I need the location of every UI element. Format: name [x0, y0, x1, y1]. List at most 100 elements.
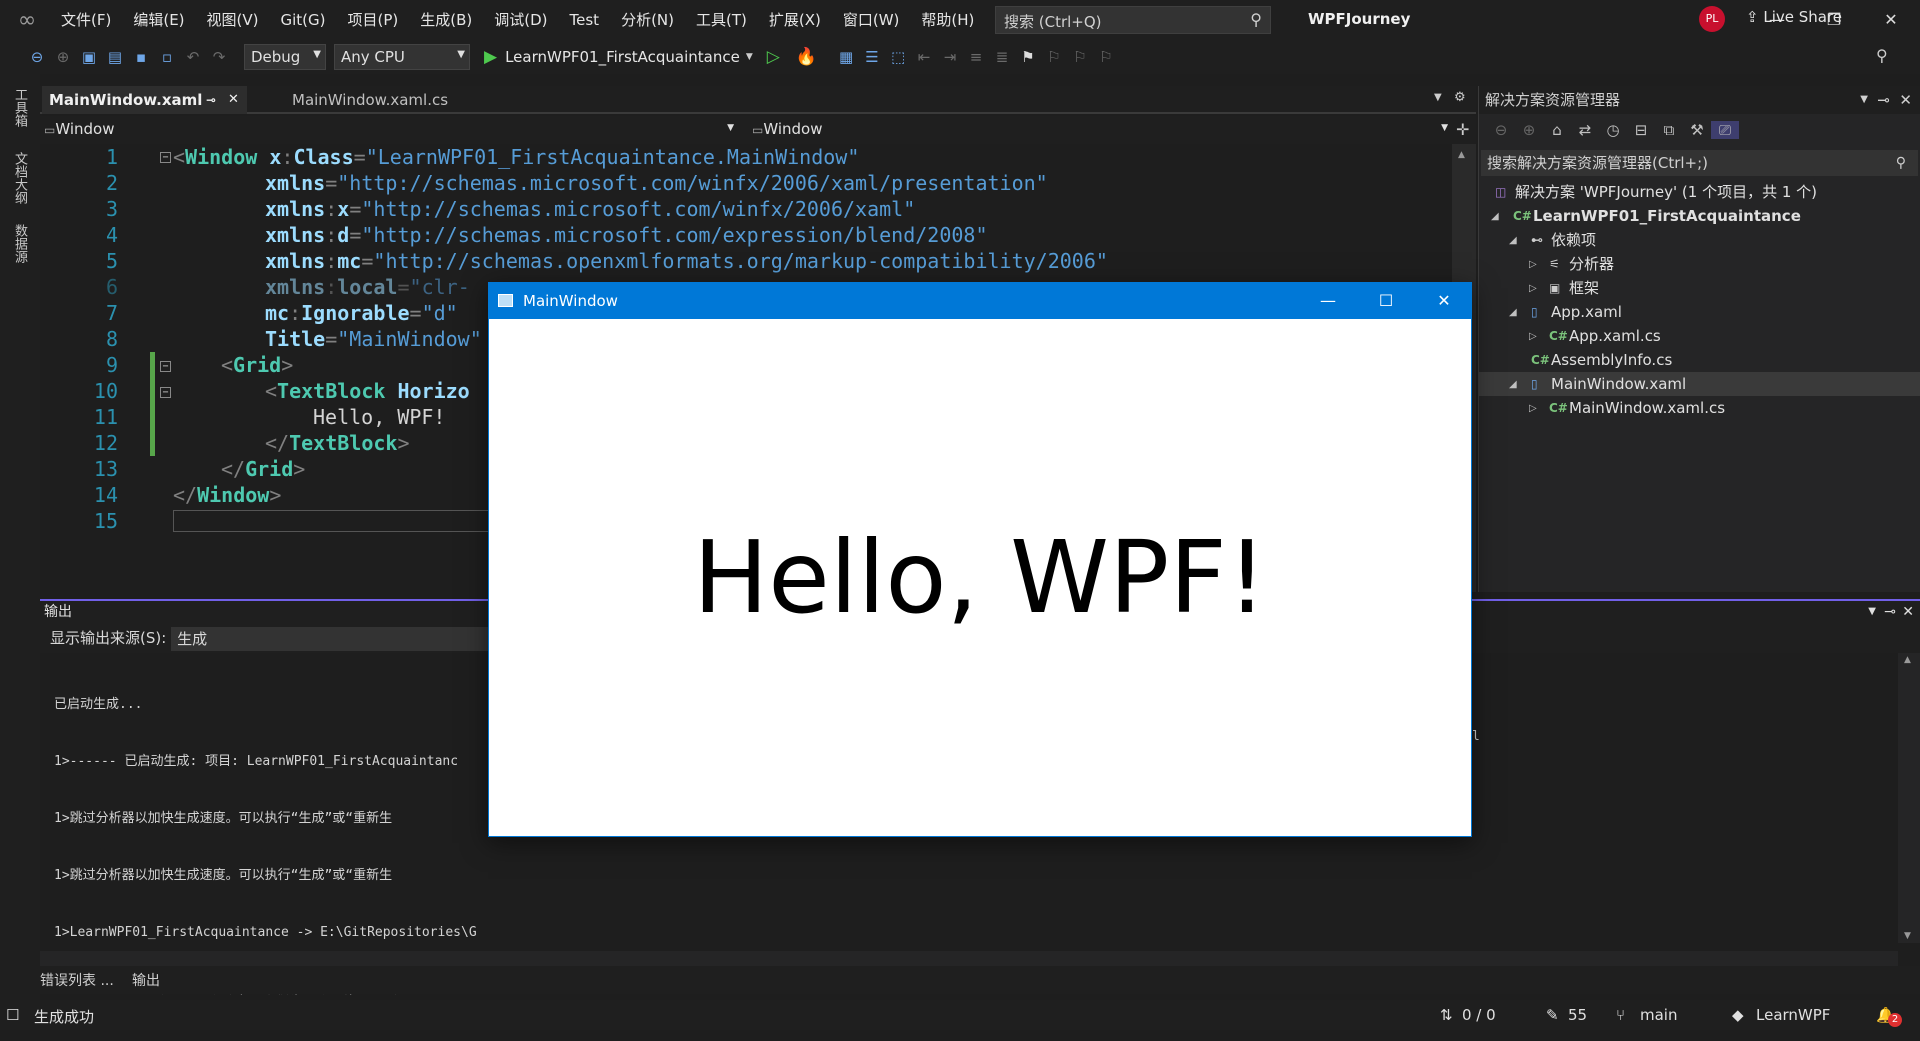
tree-item-assemblyinfo[interactable]: C# AssemblyInfo.cs	[1479, 348, 1920, 372]
repo-icon[interactable]: ◆	[1732, 1006, 1744, 1024]
menu-project[interactable]: 项目(P)	[337, 0, 410, 40]
nav-right-combo[interactable]: ▭Window ▼	[748, 118, 1454, 142]
collapse-all-icon[interactable]: ⊟	[1627, 121, 1655, 139]
open-folder-icon[interactable]: ▤	[102, 45, 128, 69]
tree-item-mainwindow-xaml-cs[interactable]: ▷ C# MainWindow.xaml.cs	[1479, 396, 1920, 420]
prev-bookmark-icon[interactable]: ⚐	[1041, 45, 1067, 69]
avatar[interactable]: PL	[1699, 6, 1725, 32]
tab-mainwindow-xaml-cs[interactable]: MainWindow.xaml.cs	[285, 86, 455, 114]
bookmark-icon[interactable]: ⚑	[1015, 45, 1041, 69]
tree-item-dependencies[interactable]: ◢ ⊷ 依赖项	[1479, 228, 1920, 252]
close-icon[interactable]: ✕	[228, 86, 239, 114]
menu-tools[interactable]: 工具(T)	[685, 0, 758, 40]
preview-icon[interactable]: ⎚	[1711, 121, 1739, 139]
tree-item-mainwindow-xaml[interactable]: ◢ ▯ MainWindow.xaml	[1479, 372, 1920, 396]
browse-icon[interactable]: ▦	[833, 45, 859, 69]
scroll-up-icon[interactable]: ▲	[1458, 150, 1465, 160]
tree-item-solution[interactable]: ◫ 解决方案 'WPFJourney' (1 个项目，共 1 个)	[1479, 180, 1920, 204]
collapsed-arrow-icon[interactable]: ▷	[1529, 325, 1537, 349]
menu-edit[interactable]: 编辑(E)	[122, 0, 195, 40]
close-icon[interactable]: ✕	[1899, 86, 1912, 114]
tree-item-project[interactable]: ◢ C# LearnWPF01_FirstAcquaintance	[1479, 204, 1920, 228]
solution-search-input[interactable]: 搜索解决方案资源管理器(Ctrl+;) ⚲	[1481, 150, 1918, 176]
output-hscrollbar[interactable]	[40, 951, 1898, 967]
forward-icon[interactable]: ⊕	[1515, 121, 1543, 139]
menu-view[interactable]: 视图(V)	[196, 0, 270, 40]
scroll-down-icon[interactable]: ▼	[1904, 931, 1911, 941]
feedback-icon[interactable]: ⚲	[1876, 46, 1888, 65]
chevron-down-icon[interactable]: ▼	[746, 52, 753, 62]
save-icon[interactable]: ▪	[128, 45, 154, 69]
comment-icon[interactable]: ≡	[963, 45, 989, 69]
redo-icon[interactable]: ↷	[206, 45, 232, 69]
wpf-main-window[interactable]: MainWindow — ☐ ✕ Hello, WPF!	[488, 282, 1472, 837]
menu-file[interactable]: 文件(F)	[50, 0, 122, 40]
toolbox-tab[interactable]: 工具箱	[10, 88, 29, 127]
chevron-down-icon[interactable]: ▼	[1860, 86, 1868, 114]
expanded-arrow-icon[interactable]: ◢	[1509, 301, 1517, 325]
menu-window[interactable]: 窗口(W)	[832, 0, 911, 40]
wpf-title-bar[interactable]: MainWindow — ☐ ✕	[489, 283, 1471, 319]
close-icon[interactable]: ✕	[1862, 0, 1920, 40]
indent-icon[interactable]: ⇥	[937, 45, 963, 69]
expanded-arrow-icon[interactable]: ◢	[1509, 229, 1517, 253]
sync-count[interactable]: 0 / 0	[1462, 1006, 1496, 1024]
collapsed-arrow-icon[interactable]: ▷	[1529, 253, 1537, 277]
select-element-icon[interactable]: ⬚	[885, 45, 911, 69]
sync-arrows-icon[interactable]: ⇅	[1440, 1006, 1453, 1024]
tree-item-frameworks[interactable]: ▷ ▣ 框架	[1479, 276, 1920, 300]
maximize-icon[interactable]: ☐	[1357, 283, 1415, 319]
split-icon[interactable]: ✛	[1456, 120, 1469, 139]
start-without-debug-icon[interactable]: ▷	[767, 47, 780, 67]
tab-mainwindow-xaml[interactable]: MainWindow.xaml ⊸ ✕	[42, 86, 247, 114]
tab-output[interactable]: 输出	[132, 970, 160, 990]
nav-left-combo[interactable]: ▭Window ▼	[40, 118, 740, 142]
tree-item-analyzers[interactable]: ▷ ⚟ 分析器	[1479, 252, 1920, 276]
minimize-icon[interactable]: —	[1299, 283, 1357, 319]
platform-select[interactable]: Any CPU ▼	[334, 44, 470, 70]
undo-icon[interactable]: ↶	[180, 45, 206, 69]
pencil-icon[interactable]: ✎	[1546, 1006, 1559, 1024]
scroll-up-icon[interactable]: ▲	[1904, 655, 1911, 665]
tree-item-app-xaml-cs[interactable]: ▷ C# App.xaml.cs	[1479, 324, 1920, 348]
uncomment-icon[interactable]: ≣	[989, 45, 1015, 69]
live-share-button[interactable]: ⇪ Live Share	[1746, 8, 1842, 26]
branch-name[interactable]: main	[1640, 1006, 1677, 1024]
menu-build[interactable]: 生成(B)	[409, 0, 483, 40]
repo-name[interactable]: LearnWPF	[1756, 1006, 1830, 1024]
search-input[interactable]: 搜索 (Ctrl+Q) ⚲	[995, 6, 1271, 34]
gear-icon[interactable]: ⚙	[1454, 90, 1466, 105]
outdent-icon[interactable]: ⇤	[911, 45, 937, 69]
edit-count[interactable]: 55	[1568, 1006, 1587, 1024]
expanded-arrow-icon[interactable]: ◢	[1491, 205, 1499, 229]
pin-icon[interactable]: ⊸	[1877, 86, 1890, 114]
pin-icon[interactable]: ⊸	[1884, 601, 1896, 623]
tree-item-app-xaml[interactable]: ◢ ▯ App.xaml	[1479, 300, 1920, 324]
back-icon[interactable]: ⊖	[1487, 121, 1515, 139]
save-all-icon[interactable]: ▫	[154, 45, 180, 69]
menu-git[interactable]: Git(G)	[270, 0, 337, 40]
start-debug-icon[interactable]: ▶	[484, 47, 497, 67]
back-icon[interactable]: ⊖	[24, 45, 50, 69]
tab-error-list[interactable]: 错误列表 ...	[40, 970, 114, 990]
wrench-icon[interactable]: ⚒	[1683, 121, 1711, 139]
menu-extensions[interactable]: 扩展(X)	[758, 0, 832, 40]
switch-views-icon[interactable]: ⇄	[1571, 121, 1599, 139]
close-icon[interactable]: ✕	[1415, 283, 1473, 319]
clear-bookmark-icon[interactable]: ⚐	[1093, 45, 1119, 69]
history-icon[interactable]: ◷	[1599, 121, 1627, 139]
forward-icon[interactable]: ⊕	[50, 45, 76, 69]
menu-analyze[interactable]: 分析(N)	[610, 0, 685, 40]
next-bookmark-icon[interactable]: ⚐	[1067, 45, 1093, 69]
document-outline-tab[interactable]: 文档大纲	[10, 152, 29, 204]
expanded-arrow-icon[interactable]: ◢	[1509, 373, 1517, 397]
close-icon[interactable]: ✕	[1902, 601, 1914, 623]
configuration-select[interactable]: Debug ▼	[244, 44, 326, 70]
new-project-icon[interactable]: ▣	[76, 45, 102, 69]
menu-debug[interactable]: 调试(D)	[483, 0, 558, 40]
output-source-select[interactable]: 生成	[171, 626, 522, 651]
hot-reload-icon[interactable]: 🔥	[796, 47, 817, 67]
chevron-down-icon[interactable]: ▼	[1868, 601, 1876, 623]
pin-icon[interactable]: ⊸	[206, 86, 216, 114]
collapsed-arrow-icon[interactable]: ▷	[1529, 397, 1537, 421]
